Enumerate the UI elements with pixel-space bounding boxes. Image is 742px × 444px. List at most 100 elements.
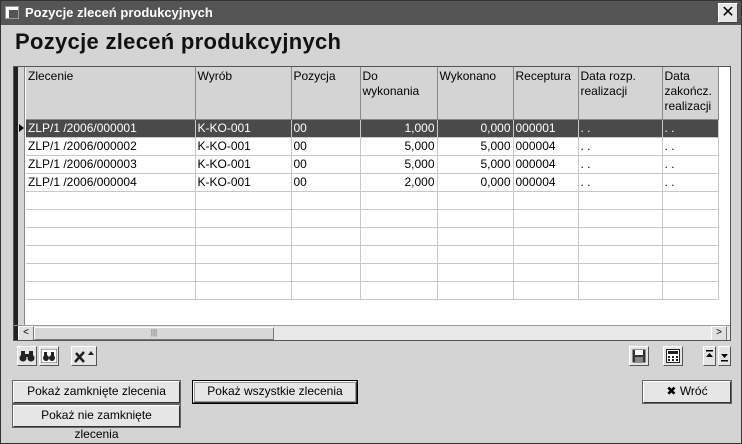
cell-wykonano: 0,000: [437, 119, 514, 138]
search-button[interactable]: [17, 346, 37, 366]
cell-receptura: 000001: [513, 119, 579, 138]
cell-wyrob: [195, 245, 292, 264]
cell-data-zak: [662, 227, 719, 246]
table-row[interactable]: ZLP/1 /2006/000004 K-KO-001 00 2,000 0,000 00…: [26, 173, 719, 192]
table-row[interactable]: [26, 281, 719, 300]
collapse-expand-icon: [706, 350, 713, 357]
cell-zlecenie: [26, 191, 196, 210]
app-icon: [5, 6, 19, 19]
binoculars-filter-icon: [41, 349, 57, 363]
cell-receptura: [513, 191, 579, 210]
cell-do-wykonania: 5,000: [360, 137, 438, 156]
cell-zlecenie: [26, 209, 196, 228]
scroll-right-button[interactable]: >: [711, 326, 727, 340]
cell-zlecenie: [26, 263, 196, 282]
cell-wyrob: [195, 281, 292, 300]
table-row[interactable]: ZLP/1 /2006/000002 K-KO-001 00 5,000 5,000 00…: [26, 137, 719, 156]
cell-do-wykonania: [360, 263, 438, 282]
cell-do-wykonania: [360, 227, 438, 246]
scrollbar-thumb[interactable]: |||: [34, 327, 274, 340]
table-row[interactable]: [26, 245, 719, 264]
tools-icon: [74, 351, 94, 363]
column-header-pozycja[interactable]: Pozycja: [291, 67, 361, 120]
collapse-button[interactable]: [703, 346, 716, 366]
cell-pozycja: [291, 209, 361, 228]
cell-zlecenie: ZLP/1 /2006/000001: [26, 119, 196, 138]
column-header-data-rozp[interactable]: Data rozp. realizacji: [578, 67, 663, 120]
save-button[interactable]: [629, 346, 649, 366]
expand-icon: [721, 354, 728, 362]
cell-data-rozp: [578, 209, 663, 228]
cell-pozycja: 00: [291, 155, 361, 174]
table-row[interactable]: [26, 209, 719, 228]
column-header-wyrob[interactable]: Wyrób: [195, 67, 292, 120]
back-button[interactable]: ✖ Wróć: [643, 381, 731, 403]
cell-receptura: [513, 281, 579, 300]
cell-data-rozp: [578, 245, 663, 264]
window-title: Pozycje zleceń produkcyjnych: [25, 5, 213, 20]
show-all-orders-label: Pokaż wszystkie zlecenia: [207, 384, 343, 398]
table-row[interactable]: [26, 191, 719, 210]
show-closed-orders-label: Pokaż zamknięte zlecenia: [27, 384, 166, 398]
cell-pozycja: 00: [291, 173, 361, 192]
cell-zlecenie: ZLP/1 /2006/000002: [26, 137, 196, 156]
close-icon: ✖: [666, 384, 677, 398]
cell-pozycja: 00: [291, 137, 361, 156]
column-header-receptura[interactable]: Receptura: [513, 67, 579, 120]
cell-wyrob: [195, 209, 292, 228]
cell-wykonano: [437, 191, 514, 210]
save-icon: [632, 349, 646, 363]
column-header-data-zak[interactable]: Data zakończ. realizacji: [662, 67, 719, 120]
cell-do-wykonania: [360, 281, 438, 300]
page-title: Pozycje zleceń produkcyjnych: [15, 29, 342, 54]
cell-receptura: 000004: [513, 173, 579, 192]
cell-wyrob: K-KO-001: [195, 119, 292, 138]
close-button[interactable]: ✕: [718, 3, 738, 23]
filter-search-button[interactable]: [39, 346, 59, 366]
cell-pozycja: [291, 191, 361, 210]
column-header-zlecenie[interactable]: Zlecenie: [26, 67, 196, 120]
scroll-left-button[interactable]: <: [18, 326, 34, 340]
chevron-left-icon: <: [23, 327, 29, 338]
cell-data-zak: . .: [662, 119, 719, 138]
grid-table: Zlecenie Wyrób Pozycja Do wykonania Wykonano…: [26, 67, 719, 300]
cell-data-zak: . .: [662, 137, 719, 156]
cell-data-zak: [662, 263, 719, 282]
cell-data-zak: [662, 245, 719, 264]
show-closed-orders-button[interactable]: Pokaż zamknięte zlecenia: [13, 381, 180, 403]
cell-wykonano: 0,000: [437, 173, 514, 192]
table-row[interactable]: [26, 263, 719, 282]
cell-receptura: 000004: [513, 137, 579, 156]
table-row[interactable]: ZLP/1 /2006/000003 K-KO-001 00 5,000 5,000 00…: [26, 155, 719, 174]
cell-do-wykonania: 2,000: [360, 173, 438, 192]
current-row-arrow-icon: [19, 124, 24, 132]
calculator-icon: [666, 349, 680, 363]
cell-wyrob: K-KO-001: [195, 137, 292, 156]
cell-receptura: [513, 263, 579, 282]
cell-wyrob: K-KO-001: [195, 173, 292, 192]
cell-do-wykonania: [360, 245, 438, 264]
cell-pozycja: [291, 281, 361, 300]
cell-wykonano: [437, 227, 514, 246]
horizontal-scrollbar[interactable]: < ||| >: [14, 325, 730, 340]
cell-pozycja: [291, 227, 361, 246]
tools-button[interactable]: [71, 346, 97, 366]
show-not-closed-orders-button[interactable]: Pokaż nie zamknięte zlecenia: [13, 405, 180, 441]
positions-grid[interactable]: Zlecenie Wyrób Pozycja Do wykonania Wykonano…: [13, 66, 731, 341]
expand-button[interactable]: [718, 346, 731, 366]
cell-wykonano: [437, 209, 514, 228]
cell-data-rozp: . .: [578, 155, 663, 174]
cell-data-rozp: . .: [578, 137, 663, 156]
cell-data-rozp: . .: [578, 173, 663, 192]
table-row[interactable]: [26, 227, 719, 246]
column-header-do-wykonania[interactable]: Do wykonania: [360, 67, 438, 120]
cell-do-wykonania: [360, 191, 438, 210]
table-row[interactable]: ZLP/1 /2006/000001 K-KO-001 00 1,000 0,000 00…: [26, 119, 719, 138]
column-header-wykonano[interactable]: Wykonano: [437, 67, 514, 120]
cell-pozycja: 00: [291, 119, 361, 138]
calculator-button[interactable]: [663, 346, 683, 366]
cell-data-rozp: [578, 263, 663, 282]
show-all-orders-button[interactable]: Pokaż wszystkie zlecenia: [193, 381, 357, 403]
cell-pozycja: [291, 263, 361, 282]
cell-data-rozp: [578, 191, 663, 210]
